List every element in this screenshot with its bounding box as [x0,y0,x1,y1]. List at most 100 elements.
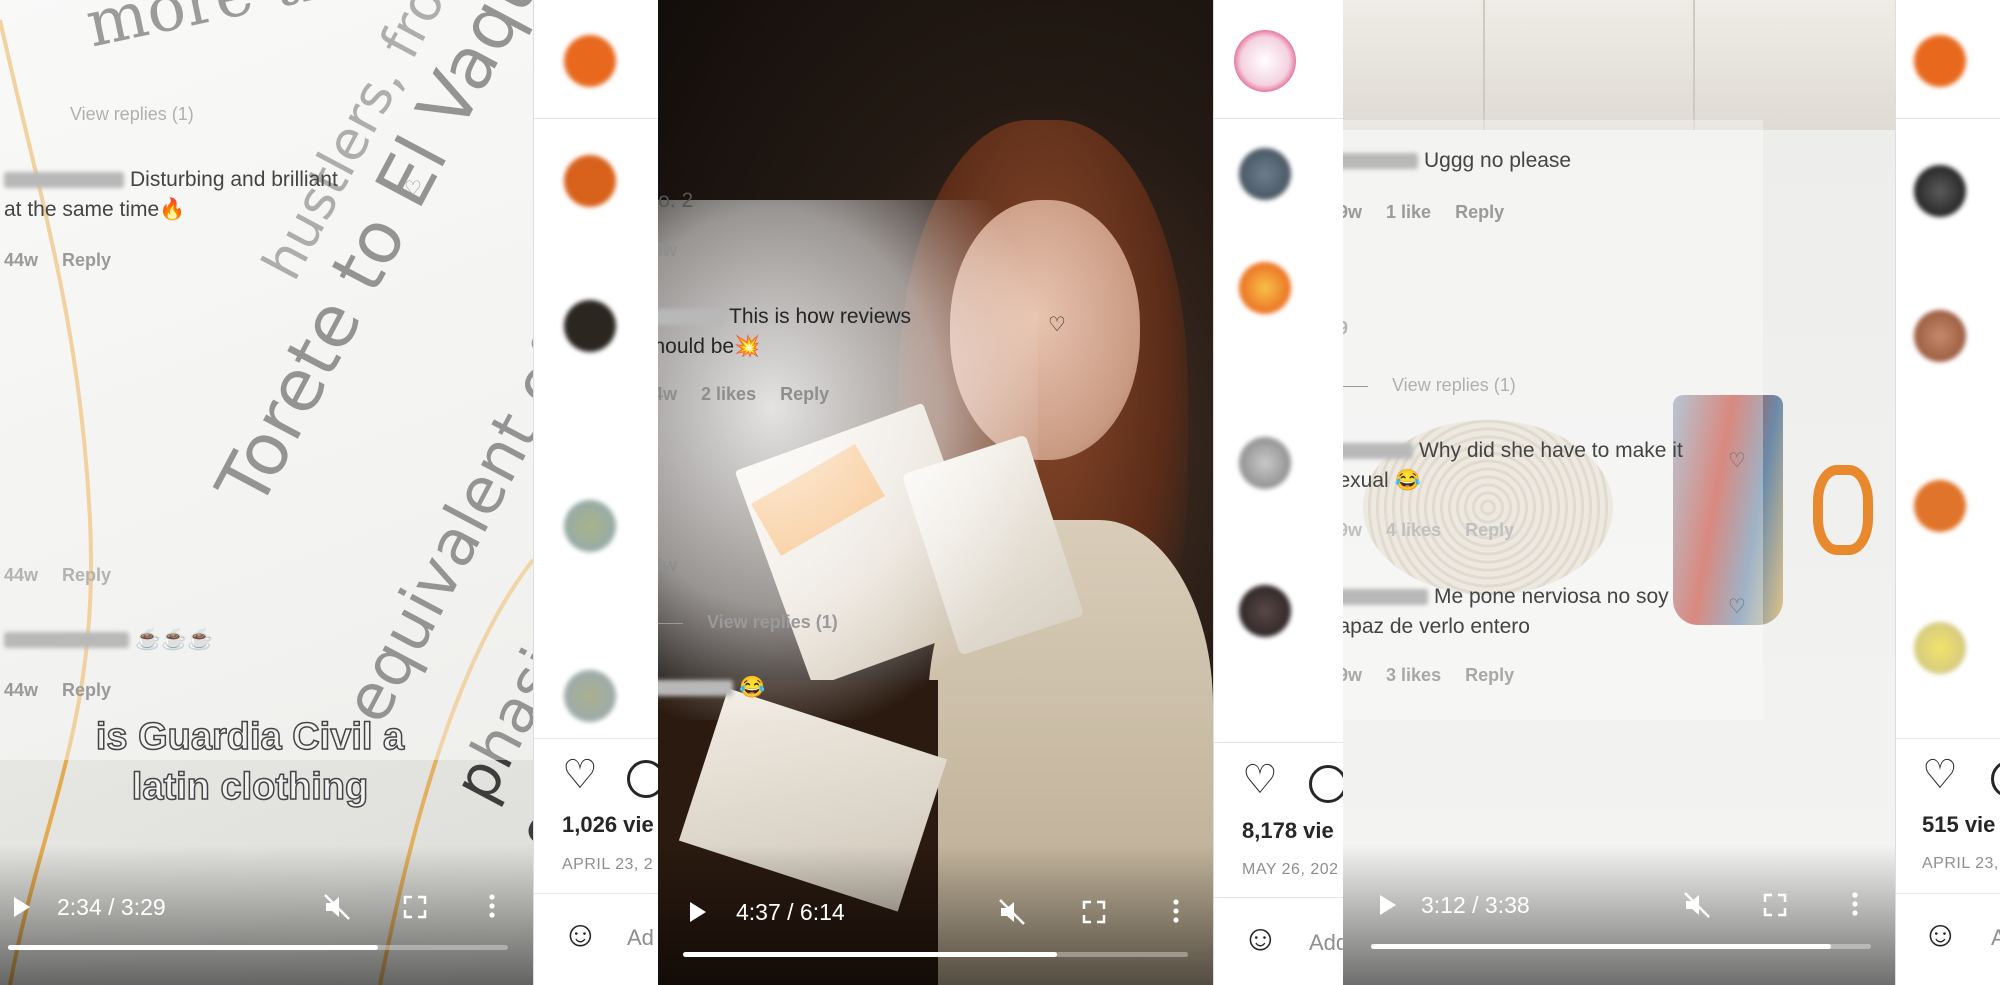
avatar [1914,480,1966,532]
video-time: 3:12 / 3:38 [1421,892,1530,918]
comment-meta: 44w Reply [4,565,112,585]
fullscreen-icon[interactable] [1763,893,1787,922]
orange-ring [1813,465,1873,555]
comment-meta: 44w Reply [4,680,112,700]
divider [1896,118,2000,119]
comment-icon[interactable] [627,760,659,798]
comment-icon[interactable] [1991,760,2000,798]
views-count: 8,178 vie [1242,818,1334,843]
avatar [1239,437,1291,489]
progress-track[interactable] [8,945,508,950]
comments-panel-1: ♡ 1,026 vie APRIL 23, 2 ☺ Ad [533,0,659,985]
reply-link[interactable]: Reply [1465,665,1514,685]
emoji-icon[interactable]: ☺ [1922,916,1959,952]
comment-text: Why did she have to make it sexual 😂 [1343,436,1688,496]
comment-text: Uggg no please [1343,146,1571,176]
avatar [564,500,616,552]
fullscreen-icon[interactable] [1082,900,1106,929]
reply-link[interactable]: Reply [1455,202,1504,222]
avatar [564,35,616,87]
avatar [1239,262,1291,314]
like-comment-heart-icon[interactable]: ♡ [1728,448,1746,473]
emoji-icon[interactable]: ☺ [562,916,599,952]
divider [534,118,659,119]
comment-meta: 39w3 likesReply [1343,665,1515,685]
username-blurred [1343,153,1418,170]
reply-link[interactable]: Reply [780,384,829,404]
avatar [1239,585,1291,637]
view-replies-link[interactable]: View replies (1) [658,612,862,633]
post-date: MAY 26, 202 [1242,861,1339,878]
play-icon[interactable] [688,900,708,929]
divider [534,738,659,739]
comment-text: ☕☕☕ [4,625,213,655]
muted-speaker-icon[interactable] [998,898,1026,931]
more-vertical-icon[interactable] [488,893,496,924]
comment-text: Me pone nerviosa no soy capaz de verlo e… [1343,582,1708,642]
comment-meta: 44w [658,240,678,260]
heart-icon[interactable]: ♡ [1242,760,1278,800]
avatar [1914,165,1966,217]
tile-line [1693,0,1695,135]
video-player-1[interactable]: more the hustlers, from Lazarill Torete … [0,0,533,985]
divider [1214,118,1344,119]
avatar [1914,622,1966,674]
reply-link[interactable]: Reply [1465,520,1514,540]
avatar [1914,35,1966,87]
progress-track[interactable] [683,952,1188,957]
comment-meta: 39w4 likesReply [1343,520,1515,540]
reply-link[interactable]: Reply [62,565,111,585]
divider [1896,738,2000,739]
play-icon[interactable] [1378,893,1398,922]
username-blurred [4,632,129,649]
like-comment-heart-icon[interactable]: ♡ [404,176,422,201]
heart-icon[interactable]: ♡ [562,755,598,795]
reply-link[interactable]: Reply [62,250,111,270]
fullscreen-icon[interactable] [403,895,427,924]
divider [534,893,659,894]
comment-meta: 44w2 likesReply [658,384,830,404]
comment-icon[interactable] [1309,765,1344,803]
more-vertical-icon[interactable] [1851,891,1859,922]
divider [1214,742,1344,743]
comment-text: No. 2 [658,189,694,212]
like-comment-heart-icon[interactable]: ♡ [1048,312,1066,337]
emoji-icon[interactable]: ☺ [1242,920,1279,956]
username-blurred [4,172,124,189]
like-comment-heart-icon[interactable]: ♡ [1728,594,1746,619]
username-blurred [1343,443,1413,460]
muted-speaker-icon[interactable] [323,893,351,926]
avatar [564,670,616,722]
comment-text: This is how reviews should be💥 [658,302,943,362]
more-vertical-icon[interactable] [1172,898,1180,929]
post-date: APRIL 23, [1922,855,1999,872]
reply-link[interactable]: Reply [62,680,111,700]
tile-wall [1343,0,1895,135]
add-comment-input[interactable]: A [1991,925,2000,951]
progress-fill [1371,944,1831,949]
progress-fill [8,945,378,950]
video-player-2[interactable]: No. 2 44w This is how reviews should be💥… [658,0,1213,985]
view-replies-link[interactable]: View replies (1) [1343,375,1540,396]
add-comment-input[interactable]: Add [1309,930,1344,956]
video-player-3[interactable]: Uggg no please 39w1 likeReply 39 View re… [1343,0,1895,985]
divider [1214,897,1344,898]
avatar [1239,148,1291,200]
avatar [564,155,616,207]
avatar [1914,310,1966,362]
heart-icon[interactable]: ♡ [1922,755,1958,795]
comment-text: Disturbing and brilliant at the same tim… [4,168,338,221]
comment-text: 😂 [658,673,765,703]
view-replies-link[interactable]: View replies (1) [70,104,194,125]
progress-track[interactable] [1371,944,1871,949]
comment-meta: 44w [658,555,678,575]
comment-meta: 44w Reply [4,250,112,270]
video-time: 2:34 / 3:29 [57,894,166,920]
post-date: APRIL 23, 2 [562,856,654,873]
play-icon[interactable] [12,895,32,924]
username-blurred [658,309,723,326]
username-blurred [658,680,733,697]
video-subtitle: is Guardia Civil a latin clothing [95,715,405,809]
muted-speaker-icon[interactable] [1683,891,1711,924]
add-comment-input[interactable]: Ad [627,925,654,951]
